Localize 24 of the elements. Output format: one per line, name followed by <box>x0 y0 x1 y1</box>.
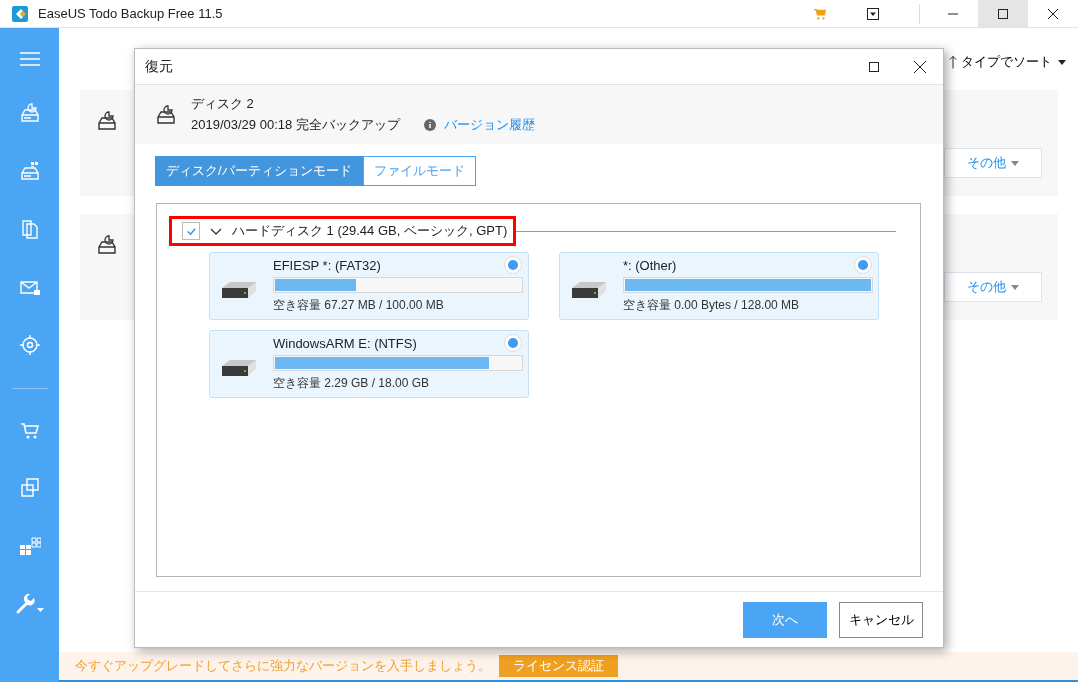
partition-name: WindowsARM E: (NTFS) <box>273 336 417 351</box>
next-button[interactable]: 次へ <box>743 601 827 638</box>
partition-card[interactable]: WindowsARM E: (NTFS) 空き容量 2.29 GB / 18.00 GB <box>209 330 529 398</box>
more-dropdown[interactable]: その他 <box>944 148 1042 178</box>
sort-dropdown[interactable]: タイプでソート <box>961 53 1072 71</box>
version-history-link[interactable]: バージョン履歴 <box>443 116 535 134</box>
free-space: 空き容量 0.00 Bytes / 128.00 MB <box>623 297 801 314</box>
backup-detail: 2019/03/29 00:18 完全バックアップ <box>191 116 400 134</box>
mode-tab[interactable]: ファイルモード <box>362 156 476 186</box>
partition-card[interactable]: *: (Other) 空き容量 0.00 Bytes / 128.00 MB <box>559 252 879 320</box>
cancel-button[interactable]: キャンセル <box>839 601 923 638</box>
free-space: 空き容量 2.29 GB / 18.00 GB <box>273 375 431 392</box>
partition-name: *: (Other) <box>623 258 677 273</box>
free-space: 空き容量 67.27 MB / 100.00 MB <box>273 297 445 314</box>
more-dropdown[interactable]: その他 <box>944 272 1042 302</box>
source-disk-name: ディスク 2 <box>191 95 255 113</box>
partition-card[interactable]: EFIESP *: (FAT32) 空き容量 67.27 MB / 100.00 MB <box>209 252 529 320</box>
disk-label: ハードディスク 1 (29.44 GB, ベーシック, GPT) <box>232 222 508 240</box>
dialog-title: 復元 <box>145 57 173 76</box>
window-title: EaseUS Todo Backup Free 11.5 <box>38 6 223 21</box>
upgrade-message: 今すぐアップグレードしてさらに強力なバージョンを入手しましょう。 <box>75 657 491 675</box>
mode-tab[interactable]: ディスク/パーティションモード <box>155 156 363 186</box>
license-button[interactable]: ライセンス認証 <box>499 655 618 677</box>
partition-name: EFIESP *: (FAT32) <box>273 258 381 273</box>
